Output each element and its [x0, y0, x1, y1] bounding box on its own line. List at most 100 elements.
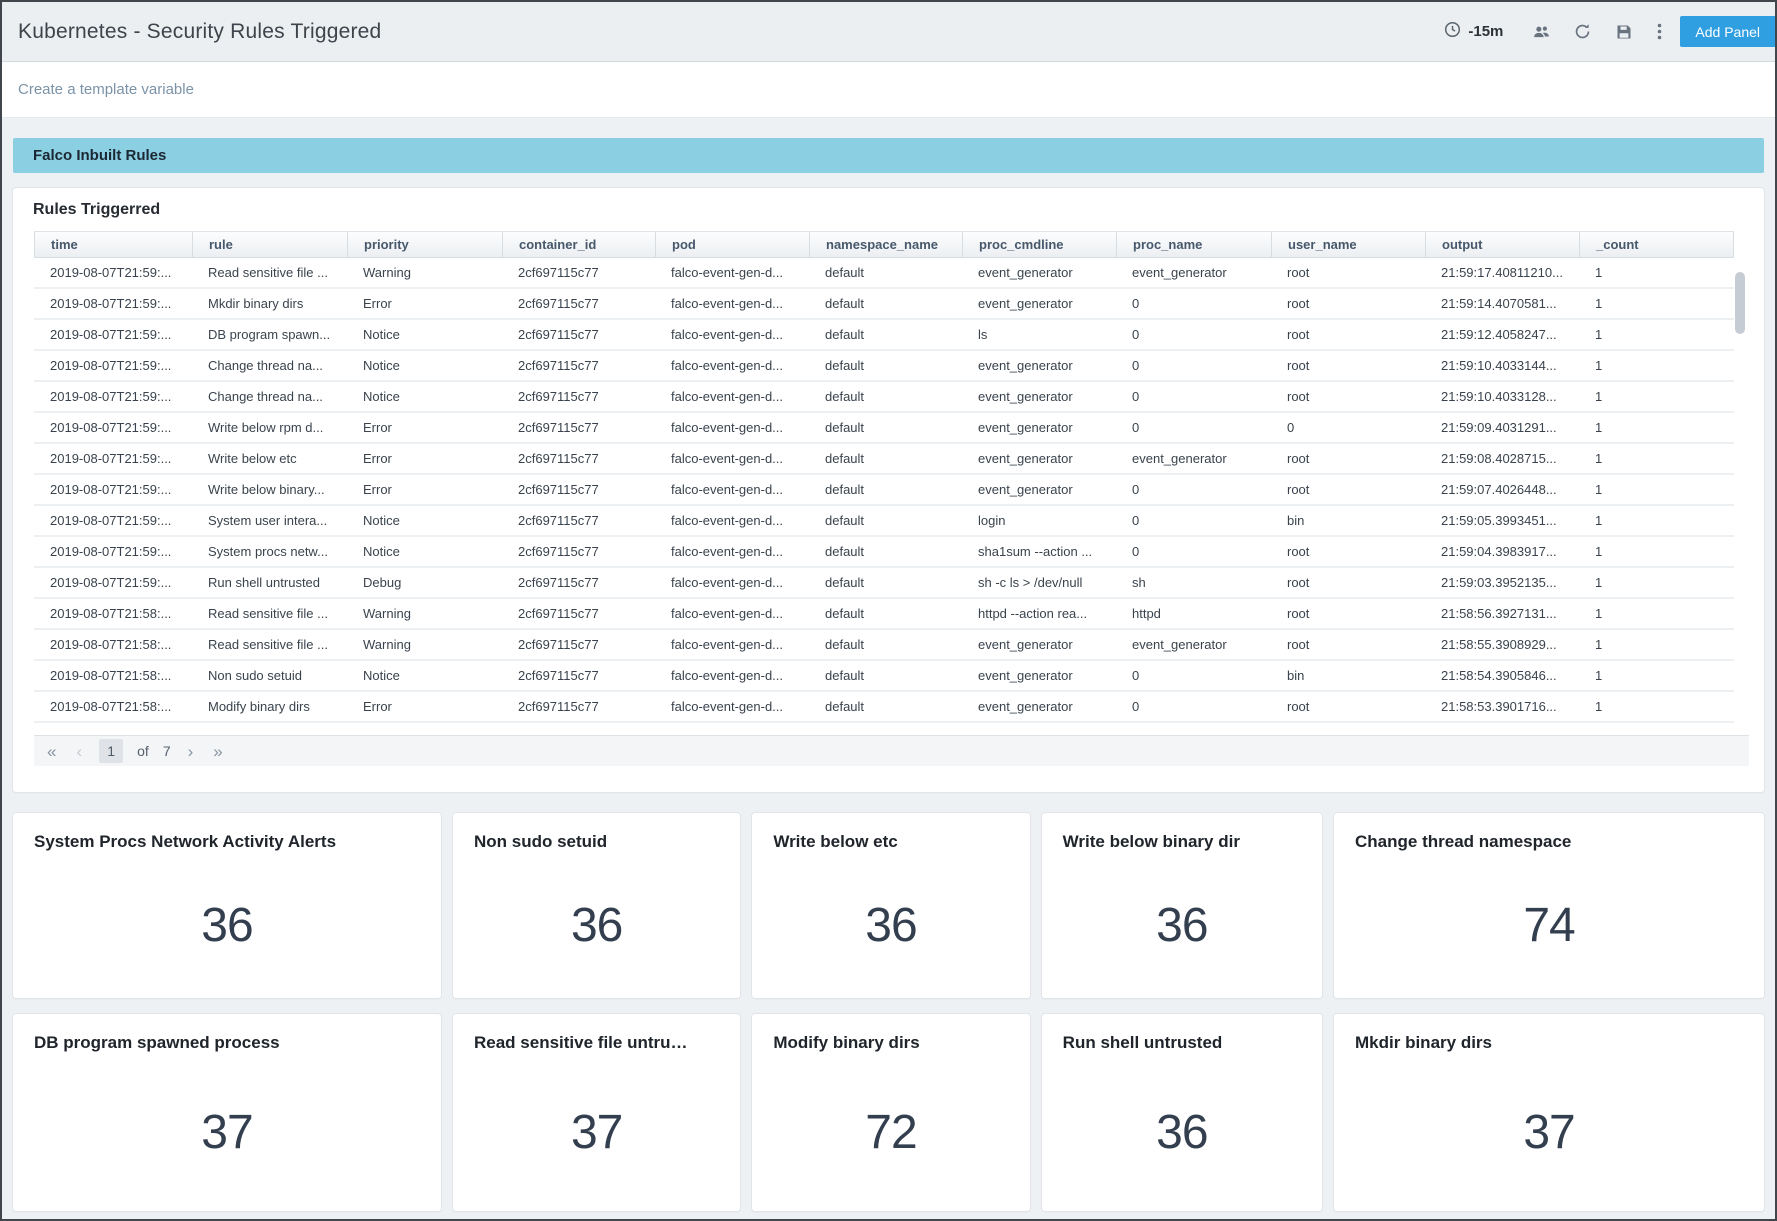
table-cell: 0 — [1132, 544, 1140, 559]
dashboard-row-header[interactable]: Falco Inbuilt Rules — [13, 138, 1764, 173]
table-cell: 21:58:56.3927131... — [1441, 606, 1557, 621]
table-cell: Write below etc — [208, 451, 297, 466]
column-header-proc_name[interactable]: proc_name — [1116, 232, 1271, 257]
column-header-proc_cmdline[interactable]: proc_cmdline — [962, 232, 1116, 257]
kebab-menu-icon[interactable] — [1656, 23, 1662, 40]
table-scrollbar[interactable] — [1735, 272, 1745, 334]
table-cell: Error — [363, 451, 392, 466]
table-row[interactable]: 2019-08-07T21:59:... Write below etc Error… — [34, 444, 1734, 475]
topbar-actions: -15m Add Panel — [1444, 16, 1775, 47]
stat-panel-title[interactable]: System Procs Network Activity Alerts — [13, 813, 441, 852]
table-cell: root — [1287, 451, 1310, 466]
table-row[interactable]: 2019-08-07T21:58:... Non sudo setuid Notic… — [34, 661, 1734, 692]
first-page-button[interactable]: « — [44, 743, 59, 760]
table-cell: default — [825, 575, 865, 590]
table-cell: event_generator — [1132, 265, 1227, 280]
column-header-_count[interactable]: _count — [1579, 232, 1734, 257]
table-cell: sh -c ls > /dev/null — [978, 575, 1083, 590]
table-row[interactable]: 2019-08-07T21:59:... Mkdir binary dirs Err… — [34, 289, 1734, 320]
table-row[interactable]: 2019-08-07T21:59:... System procs netw...… — [34, 537, 1734, 568]
stat-panel-title[interactable]: DB program spawned process — [13, 1014, 441, 1053]
table-cell: 2019-08-07T21:59:... — [50, 389, 172, 404]
table-cell: root — [1287, 389, 1310, 404]
column-header-output[interactable]: output — [1425, 232, 1579, 257]
table-cell: event_generator — [978, 296, 1073, 311]
column-header-rule[interactable]: rule — [192, 232, 347, 257]
column-header-container_id[interactable]: container_id — [502, 232, 655, 257]
table-cell: 2cf697115c77 — [518, 699, 599, 714]
table-cell: 21:58:54.3905846... — [1441, 668, 1557, 683]
table-cell: 1 — [1595, 699, 1603, 714]
table-cell: falco-event-gen-d... — [671, 699, 784, 714]
table-row[interactable]: 2019-08-07T21:59:... DB program spawn... N… — [34, 320, 1734, 351]
table-cell: ls — [978, 327, 988, 342]
table-cell: 1 — [1595, 544, 1603, 559]
table-cell: Warning — [363, 637, 411, 652]
stat-panel-title[interactable]: Change thread namespace — [1334, 813, 1764, 852]
create-template-variable-link[interactable]: Create a template variable — [18, 81, 194, 98]
table-cell: default — [825, 544, 865, 559]
column-header-namespace_name[interactable]: namespace_name — [809, 232, 962, 257]
stat-panel-title[interactable]: Write below binary dir — [1042, 813, 1322, 852]
table-cell: 2cf697115c77 — [518, 544, 599, 559]
stat-panel-value: 37 — [201, 1105, 253, 1159]
dashboard-body: Falco Inbuilt Rules Rules Triggerred tim… — [2, 138, 1775, 1211]
table-cell: default — [825, 296, 865, 311]
stat-panel-title[interactable]: Non sudo setuid — [453, 813, 740, 852]
table-cell: 21:59:12.4058247... — [1441, 327, 1557, 342]
clock-icon — [1444, 21, 1461, 43]
table-cell: falco-event-gen-d... — [671, 513, 784, 528]
page-title: Kubernetes - Security Rules Triggered — [18, 19, 382, 43]
total-pages-label: 7 — [162, 743, 171, 759]
table-cell: 2019-08-07T21:58:... — [50, 606, 172, 621]
table-row[interactable]: 2019-08-07T21:59:... Write below rpm d...… — [34, 413, 1734, 444]
table-row[interactable]: 2019-08-07T21:58:... Read sensitive file … — [34, 630, 1734, 661]
next-page-button[interactable]: › — [185, 743, 197, 760]
table-cell: default — [825, 637, 865, 652]
stat-panel-value: 36 — [865, 898, 917, 952]
rules-triggered-panel: Rules Triggerred time rule priority contain… — [13, 188, 1764, 792]
table-cell: 1 — [1595, 575, 1603, 590]
column-header-user_name[interactable]: user_name — [1271, 232, 1425, 257]
share-users-icon[interactable] — [1533, 23, 1550, 40]
stat-panel-title[interactable]: Mkdir binary dirs — [1334, 1014, 1764, 1053]
rules-table: time rule priority container_id pod namespace… — [34, 231, 1734, 723]
table-row[interactable]: 2019-08-07T21:59:... System user intera..… — [34, 506, 1734, 537]
panel-title[interactable]: Rules Triggerred — [13, 188, 1764, 231]
stat-panel-title[interactable]: Read sensitive file untru… — [453, 1014, 740, 1053]
stat-panel-title[interactable]: Modify binary dirs — [752, 1014, 1029, 1053]
table-cell: Error — [363, 296, 392, 311]
previous-page-button[interactable]: ‹ — [73, 743, 85, 760]
table-row[interactable]: 2019-08-07T21:59:... Change thread na... N… — [34, 351, 1734, 382]
table-cell: default — [825, 265, 865, 280]
table-cell: event_generator — [978, 637, 1073, 652]
add-panel-button[interactable]: Add Panel — [1680, 16, 1775, 47]
table-cell: Error — [363, 482, 392, 497]
column-header-priority[interactable]: priority — [347, 232, 502, 257]
table-cell: httpd --action rea... — [978, 606, 1088, 621]
table-cell: falco-event-gen-d... — [671, 637, 784, 652]
column-header-pod[interactable]: pod — [655, 232, 809, 257]
table-cell: Warning — [363, 265, 411, 280]
refresh-icon[interactable] — [1574, 23, 1591, 40]
table-cell: 1 — [1595, 327, 1603, 342]
stat-panel-title[interactable]: Write below etc — [752, 813, 1029, 852]
table-row[interactable]: 2019-08-07T21:59:... Change thread na... N… — [34, 382, 1734, 413]
table-row[interactable]: 2019-08-07T21:58:... Read sensitive file … — [34, 599, 1734, 630]
table-cell: root — [1287, 606, 1310, 621]
time-range-picker[interactable]: -15m — [1444, 21, 1503, 43]
stat-panel-title[interactable]: Run shell untrusted — [1042, 1014, 1322, 1053]
table-row[interactable]: 2019-08-07T21:59:... Read sensitive file … — [34, 258, 1734, 289]
column-header-time[interactable]: time — [34, 232, 192, 257]
table-cell: sh — [1132, 575, 1146, 590]
stat-panel: Write below etc 36 — [752, 813, 1030, 998]
table-row[interactable]: 2019-08-07T21:58:... Modify binary dirs Er… — [34, 692, 1734, 723]
table-cell: Error — [363, 699, 392, 714]
table-cell: 0 — [1132, 420, 1140, 435]
last-page-button[interactable]: » — [210, 743, 225, 760]
table-cell: default — [825, 389, 865, 404]
save-icon[interactable] — [1615, 23, 1632, 40]
table-row[interactable]: 2019-08-07T21:59:... Write below binary..… — [34, 475, 1734, 506]
table-row[interactable]: 2019-08-07T21:59:... Run shell untrusted D… — [34, 568, 1734, 599]
stat-panel-value: 36 — [570, 898, 623, 952]
